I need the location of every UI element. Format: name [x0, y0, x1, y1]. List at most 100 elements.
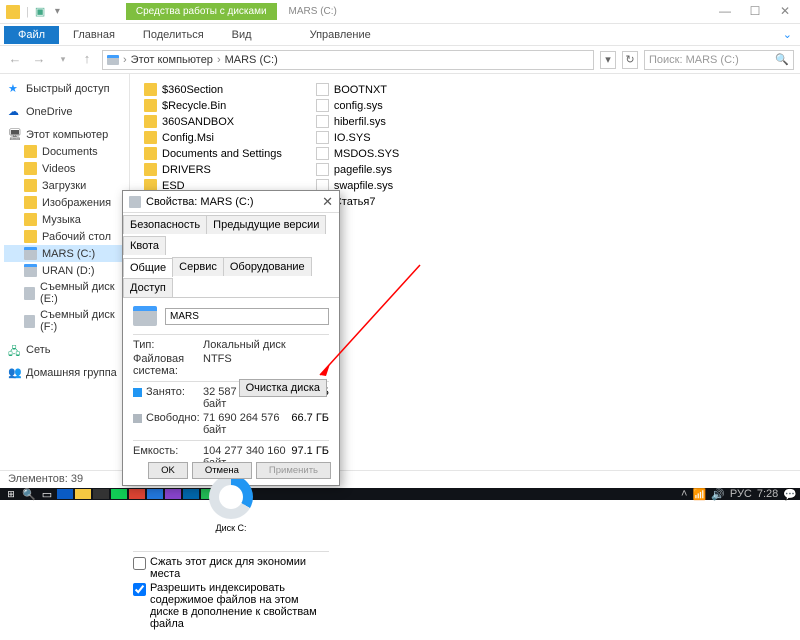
tab-previous-versions[interactable]: Предыдущие версии	[206, 215, 326, 234]
compress-checkbox[interactable]	[133, 557, 146, 570]
folder-icon	[6, 5, 20, 19]
label-free: Свободно:	[133, 412, 203, 436]
taskbar-app[interactable]	[93, 489, 109, 499]
file-name: Documents and Settings	[162, 148, 282, 160]
file-item[interactable]: Documents and Settings	[142, 146, 284, 161]
file-icon	[316, 115, 329, 128]
sidebar-onedrive[interactable]: ☁OneDrive	[4, 103, 125, 120]
ribbon-view-tab[interactable]: Вид	[218, 26, 266, 44]
sidebar-this-pc[interactable]: 🖥Этот компьютер	[4, 126, 125, 143]
search-input[interactable]: Поиск: MARS (C:) 🔍	[644, 50, 794, 70]
computer-icon: ▣	[35, 5, 49, 19]
file-name: Config.Msi	[162, 132, 214, 144]
sidebar-music[interactable]: Музыка	[4, 211, 125, 228]
taskbar-search[interactable]: 🔍	[21, 489, 37, 499]
breadcrumb-drive[interactable]: MARS (C:)	[225, 54, 278, 66]
apply-button[interactable]: Применить	[256, 462, 331, 479]
ribbon-expand-icon[interactable]: ⌄	[783, 28, 800, 41]
search-icon: 🔍	[775, 53, 789, 66]
status-item-count: Элементов: 39	[8, 473, 83, 485]
dialog-close-button[interactable]: ✕	[322, 194, 333, 210]
dialog-titlebar[interactable]: Свойства: MARS (C:) ✕	[123, 191, 339, 213]
tray-volume-icon[interactable]: 🔊	[711, 488, 725, 501]
start-button[interactable]: ⊞	[3, 489, 19, 499]
nav-forward-button[interactable]: →	[30, 51, 48, 69]
maximize-button[interactable]: ☐	[740, 2, 770, 22]
sidebar-homegroup[interactable]: 👥Домашняя группа	[4, 364, 125, 381]
tab-security[interactable]: Безопасность	[123, 215, 207, 234]
ribbon-manage-tab[interactable]: Управление	[296, 26, 385, 44]
tab-quota[interactable]: Квота	[123, 236, 166, 255]
file-item[interactable]: config.sys	[314, 98, 401, 113]
label-type: Тип:	[133, 339, 203, 351]
address-dropdown[interactable]: ▾	[600, 51, 616, 69]
ribbon-home-tab[interactable]: Главная	[59, 26, 129, 44]
file-item[interactable]: pagefile.sys	[314, 162, 401, 177]
taskbar-app[interactable]	[75, 489, 91, 499]
homegroup-icon: 👥	[8, 366, 21, 379]
sidebar-videos[interactable]: Videos	[4, 160, 125, 177]
ok-button[interactable]: OK	[148, 462, 188, 479]
system-tray[interactable]: ˄ 📶 🔊 РУС 7:28 💬	[681, 488, 797, 501]
qat-dropdown-icon[interactable]: ▾	[55, 6, 60, 17]
sidebar-drive-d[interactable]: URAN (D:)	[4, 262, 125, 279]
navigation-pane: ★Быстрый доступ ☁OneDrive 🖥Этот компьюте…	[0, 74, 130, 484]
folder-icon	[24, 179, 37, 192]
nav-up-button[interactable]: ↑	[78, 51, 96, 69]
address-bar[interactable]: › Этот компьютер › MARS (C:)	[102, 50, 594, 70]
taskbar-app[interactable]	[57, 489, 73, 499]
tab-general[interactable]: Общие	[123, 258, 173, 277]
quick-access-toolbar: | ▣ ▾	[0, 5, 66, 19]
search-placeholder: Поиск: MARS (C:)	[649, 54, 739, 66]
index-label: Разрешить индексировать содержимое файло…	[150, 582, 329, 630]
folder-icon	[144, 115, 157, 128]
sidebar-downloads[interactable]: Загрузки	[4, 177, 125, 194]
close-button[interactable]: ✕	[770, 2, 800, 22]
file-item[interactable]: BOOTNXT	[314, 82, 401, 97]
sidebar-network[interactable]: 🖧Сеть	[4, 341, 125, 358]
file-item[interactable]: $360Section	[142, 82, 284, 97]
file-item[interactable]: DRIVERS	[142, 162, 284, 177]
usage-pie-chart	[209, 475, 253, 519]
file-item[interactable]: MSDOS.SYS	[314, 146, 401, 161]
sidebar-removable-f[interactable]: Съемный диск (F:)	[4, 307, 125, 335]
value-free-bytes: 71 690 264 576 байт	[203, 412, 291, 436]
sidebar-documents[interactable]: Documents	[4, 143, 125, 160]
address-refresh[interactable]: ↻	[622, 51, 638, 69]
cancel-button[interactable]: Отмена	[192, 462, 252, 479]
tab-sharing[interactable]: Доступ	[123, 278, 173, 297]
ribbon-share-tab[interactable]: Поделиться	[129, 26, 218, 44]
file-name: $360Section	[162, 84, 223, 96]
file-item[interactable]: $Recycle.Bin	[142, 98, 284, 113]
file-item[interactable]: Config.Msi	[142, 130, 284, 145]
tab-hardware[interactable]: Оборудование	[223, 257, 312, 276]
tray-language[interactable]: РУС	[730, 488, 752, 500]
sidebar-quick-access[interactable]: ★Быстрый доступ	[4, 80, 125, 97]
index-checkbox[interactable]	[133, 583, 146, 596]
tab-tools[interactable]: Сервис	[172, 257, 224, 276]
file-item[interactable]: 360SANDBOX	[142, 114, 284, 129]
ribbon-file-tab[interactable]: Файл	[4, 26, 59, 44]
sidebar-pictures[interactable]: Изображения	[4, 194, 125, 211]
nav-recent-dropdown[interactable]: ▾	[54, 51, 72, 69]
tray-notifications-icon[interactable]: 💬	[783, 488, 797, 501]
sidebar-desktop[interactable]: Рабочий стол	[4, 228, 125, 245]
file-item[interactable]: hiberfil.sys	[314, 114, 401, 129]
file-name: DRIVERS	[162, 164, 211, 176]
sidebar-drive-c[interactable]: MARS (C:)	[4, 245, 125, 262]
tray-network-icon[interactable]: 📶	[692, 488, 706, 501]
usb-icon	[24, 287, 35, 300]
file-item[interactable]: IO.SYS	[314, 130, 401, 145]
disk-cleanup-button[interactable]: Очистка диска	[239, 379, 327, 397]
minimize-button[interactable]: —	[710, 2, 740, 22]
dialog-title: Свойства: MARS (C:)	[146, 196, 254, 208]
tray-chevron-icon[interactable]: ˄	[681, 488, 687, 500]
tray-clock[interactable]: 7:28	[757, 488, 778, 500]
taskbar-taskview[interactable]: ▭	[39, 489, 55, 499]
contextual-tab-disk-tools[interactable]: Средства работы с дисками	[126, 3, 277, 20]
sidebar-removable-e[interactable]: Съемный диск (E:)	[4, 279, 125, 307]
cloud-icon: ☁	[8, 105, 21, 118]
drive-name-input[interactable]	[165, 308, 329, 325]
breadcrumb-pc[interactable]: Этот компьютер	[131, 54, 213, 66]
nav-back-button[interactable]: ←	[6, 51, 24, 69]
